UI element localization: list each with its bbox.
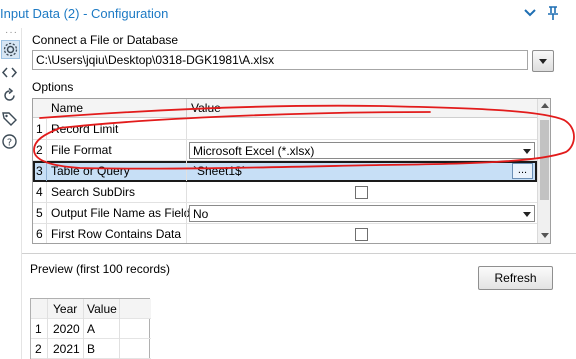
chevron-down-icon: [523, 212, 531, 217]
search-subdirs-checkbox[interactable]: [355, 186, 368, 199]
pin-icon[interactable]: [545, 5, 561, 21]
table-or-query-value[interactable]: `Sheet1$`: [193, 164, 246, 178]
row-number: 5: [33, 203, 47, 223]
chevron-down-icon: [523, 149, 531, 154]
row-number: 2: [35, 342, 42, 356]
column-header-name: Name: [51, 101, 84, 115]
file-format-select[interactable]: Microsoft Excel (*.xlsx): [189, 142, 535, 159]
code-icon[interactable]: [1, 64, 20, 83]
panel-divider[interactable]: [22, 253, 576, 254]
connect-label: Connect a File or Database: [32, 33, 179, 47]
scroll-up-icon[interactable]: [541, 103, 549, 108]
table-or-query-browse-button[interactable]: ...: [512, 163, 533, 179]
preview-column-header: Year: [53, 302, 78, 316]
option-row-record-limit[interactable]: 1 Record Limit: [33, 119, 537, 140]
scroll-down-icon[interactable]: [541, 233, 549, 238]
drag-handle-icon[interactable]: ···: [5, 28, 18, 38]
table-cell: B: [87, 342, 96, 356]
table-cell: A: [87, 322, 96, 336]
svg-text:?: ?: [7, 137, 12, 148]
option-name: Table or Query: [51, 164, 130, 178]
title-bar: Input Data (2) - Configuration: [0, 0, 576, 28]
table-cell: 2020: [53, 322, 80, 336]
grid-header: Name Value: [33, 99, 537, 118]
chevron-down-icon[interactable]: [522, 5, 538, 21]
row-number: 6: [33, 224, 47, 243]
option-name: Record Limit: [51, 122, 119, 136]
help-icon[interactable]: ?: [1, 133, 20, 152]
window-title: Input Data (2) - Configuration: [0, 6, 169, 21]
chevron-down-icon: [539, 59, 547, 64]
refresh-icon[interactable]: [1, 87, 20, 106]
file-format-value: Microsoft Excel (*.xlsx): [193, 144, 315, 158]
option-name: Search SubDirs: [51, 185, 136, 199]
output-file-name-select[interactable]: No: [189, 205, 535, 222]
grid-scrollbar[interactable]: [537, 99, 550, 243]
row-number: 1: [33, 119, 47, 139]
table-cell: 2021: [53, 342, 80, 356]
first-row-data-checkbox[interactable]: [355, 228, 368, 241]
option-row-first-row-data[interactable]: 6 First Row Contains Data: [33, 224, 537, 243]
row-number: 1: [35, 322, 42, 336]
column-header-value: Value: [191, 101, 221, 115]
option-row-file-format[interactable]: 2 File Format Microsoft Excel (*.xlsx): [33, 140, 537, 161]
tag-icon[interactable]: [1, 110, 20, 129]
table-row[interactable]: 2 2021 B: [31, 339, 151, 359]
option-row-table-or-query[interactable]: 3 Table or Query `Sheet1$` ...: [33, 161, 537, 182]
gear-icon[interactable]: [1, 40, 20, 59]
table-row[interactable]: 1 2020 A: [31, 319, 151, 339]
options-label: Options: [32, 80, 74, 94]
preview-table: Year Value 1 2020 A 2 2021 B: [30, 298, 151, 359]
option-row-output-file-name[interactable]: 5 Output File Name as Field No: [33, 203, 537, 224]
preview-column-header: Value: [87, 302, 117, 316]
preview-label: Preview (first 100 records): [30, 262, 171, 276]
output-file-name-value: No: [193, 207, 209, 221]
option-name: Output File Name as Field: [51, 206, 191, 220]
preview-header-row: Year Value: [31, 299, 151, 319]
row-number: 2: [33, 140, 47, 160]
scroll-thumb[interactable]: [540, 120, 549, 200]
side-toolbar: ··· ?: [0, 28, 22, 359]
option-name: File Format: [51, 143, 112, 157]
row-number: 4: [33, 182, 47, 202]
file-path-input[interactable]: [32, 50, 528, 70]
refresh-button[interactable]: Refresh: [478, 266, 553, 290]
option-row-search-subdirs[interactable]: 4 Search SubDirs: [33, 182, 537, 203]
option-name: First Row Contains Data: [51, 227, 182, 241]
row-number: 3: [33, 161, 47, 181]
file-browse-dropdown-button[interactable]: [532, 50, 554, 72]
options-grid: Name Value 1 Record Limit 2 File Format …: [32, 98, 551, 244]
